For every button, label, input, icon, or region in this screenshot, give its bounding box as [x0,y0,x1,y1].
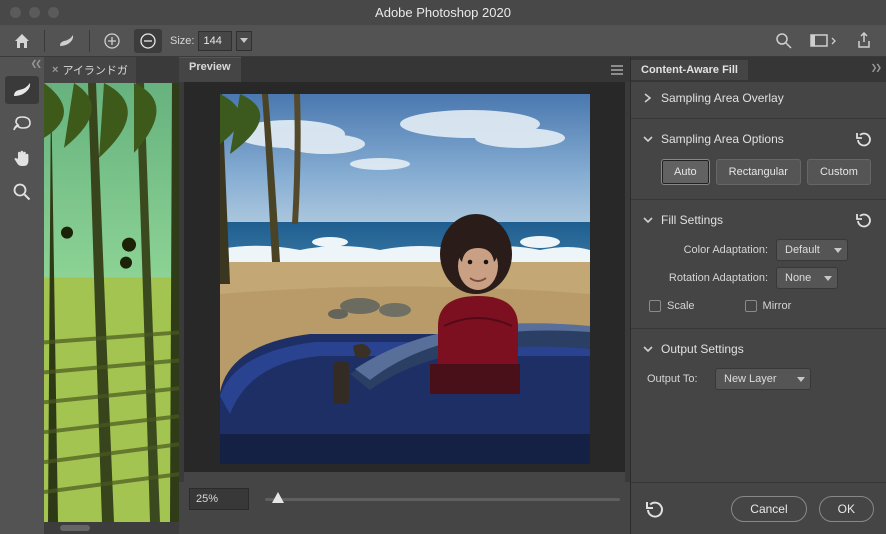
add-to-sample-icon[interactable] [98,29,126,53]
preview-panel-menu-icon[interactable] [610,57,630,82]
sampling-rectangular-button[interactable]: Rectangular [716,159,801,185]
dock-chevrons-icon[interactable]: ❮❮ [31,59,40,68]
chevron-down-icon [643,215,653,225]
sampling-area-options-header[interactable]: Sampling Area Options [643,123,874,155]
preview-pane: Preview [179,57,631,534]
rotation-adaptation-dropdown[interactable]: None [776,267,838,289]
size-label: Size: [170,35,194,47]
fill-settings-header[interactable]: Fill Settings [643,204,874,236]
screen-mode-icon[interactable] [806,29,842,53]
cancel-button[interactable]: Cancel [731,496,806,522]
chevron-right-icon [643,93,653,103]
chevron-down-icon [643,134,653,144]
reset-all-icon[interactable] [643,500,665,518]
preview-canvas [220,94,590,464]
sampling-area-overlay-header[interactable]: Sampling Area Overlay [643,82,874,114]
caf-footer: Cancel OK [631,482,886,534]
brush-preset-icon[interactable] [53,29,81,53]
rotation-adaptation-label: Rotation Adaptation: [653,272,768,284]
brush-size-dropdown[interactable] [236,31,252,51]
preview-footer [179,482,630,534]
close-tab-icon[interactable]: × [52,64,58,76]
ok-button[interactable]: OK [819,496,874,522]
zoom-slider-knob-icon[interactable] [271,491,285,505]
sampling-custom-button[interactable]: Custom [807,159,871,185]
reset-sampling-options-icon[interactable] [854,131,874,147]
sampling-brush-tool[interactable] [5,76,39,104]
zoom-window-icon[interactable] [48,7,59,18]
color-adaptation-label: Color Adaptation: [653,244,768,256]
preview-canvas-wrap[interactable] [184,82,625,472]
lasso-tool[interactable] [5,110,39,138]
divider [89,30,90,52]
reset-fill-settings-icon[interactable] [854,212,874,228]
output-to-dropdown[interactable]: New Layer [715,368,811,390]
brush-size-input[interactable] [198,31,232,51]
chevron-down-icon [643,344,653,354]
source-column: × アイランドガ [44,57,179,534]
thumbnail-scrollbar[interactable] [44,522,179,534]
minimize-window-icon[interactable] [29,7,40,18]
panel-collapse-icon[interactable]: ❯❯ [871,63,880,72]
subtract-from-sample-icon[interactable] [134,29,162,53]
document-tab-label: アイランドガ [62,62,127,78]
app-title: Adobe Photoshop 2020 [0,5,886,20]
search-icon[interactable] [770,29,798,53]
close-window-icon[interactable] [10,7,21,18]
traffic-lights [10,7,59,18]
caf-tab[interactable]: Content-Aware Fill [631,60,748,80]
source-thumbnail[interactable] [44,83,179,522]
options-bar: Size: [0,25,886,57]
left-toolbar: ❮❮ [0,57,44,534]
color-adaptation-dropdown[interactable]: Default [776,239,848,261]
zoom-tool[interactable] [5,178,39,206]
home-button[interactable] [8,29,36,53]
output-settings-header[interactable]: Output Settings [643,333,874,365]
preview-tab[interactable]: Preview [179,57,241,82]
share-icon[interactable] [850,29,878,53]
output-to-label: Output To: [647,373,707,385]
mirror-checkbox[interactable]: Mirror [745,300,792,312]
title-bar: Adobe Photoshop 2020 [0,0,886,25]
zoom-slider[interactable] [265,488,620,510]
sampling-auto-button[interactable]: Auto [661,159,710,185]
document-tab[interactable]: × アイランドガ [44,57,136,83]
hand-tool[interactable] [5,144,39,172]
scale-checkbox[interactable]: Scale [649,300,695,312]
brush-size-group: Size: [170,31,252,51]
divider [44,30,45,52]
content-aware-fill-panel: Content-Aware Fill ❯❯ Sampling Area Over… [631,57,886,534]
zoom-input[interactable] [189,488,249,510]
